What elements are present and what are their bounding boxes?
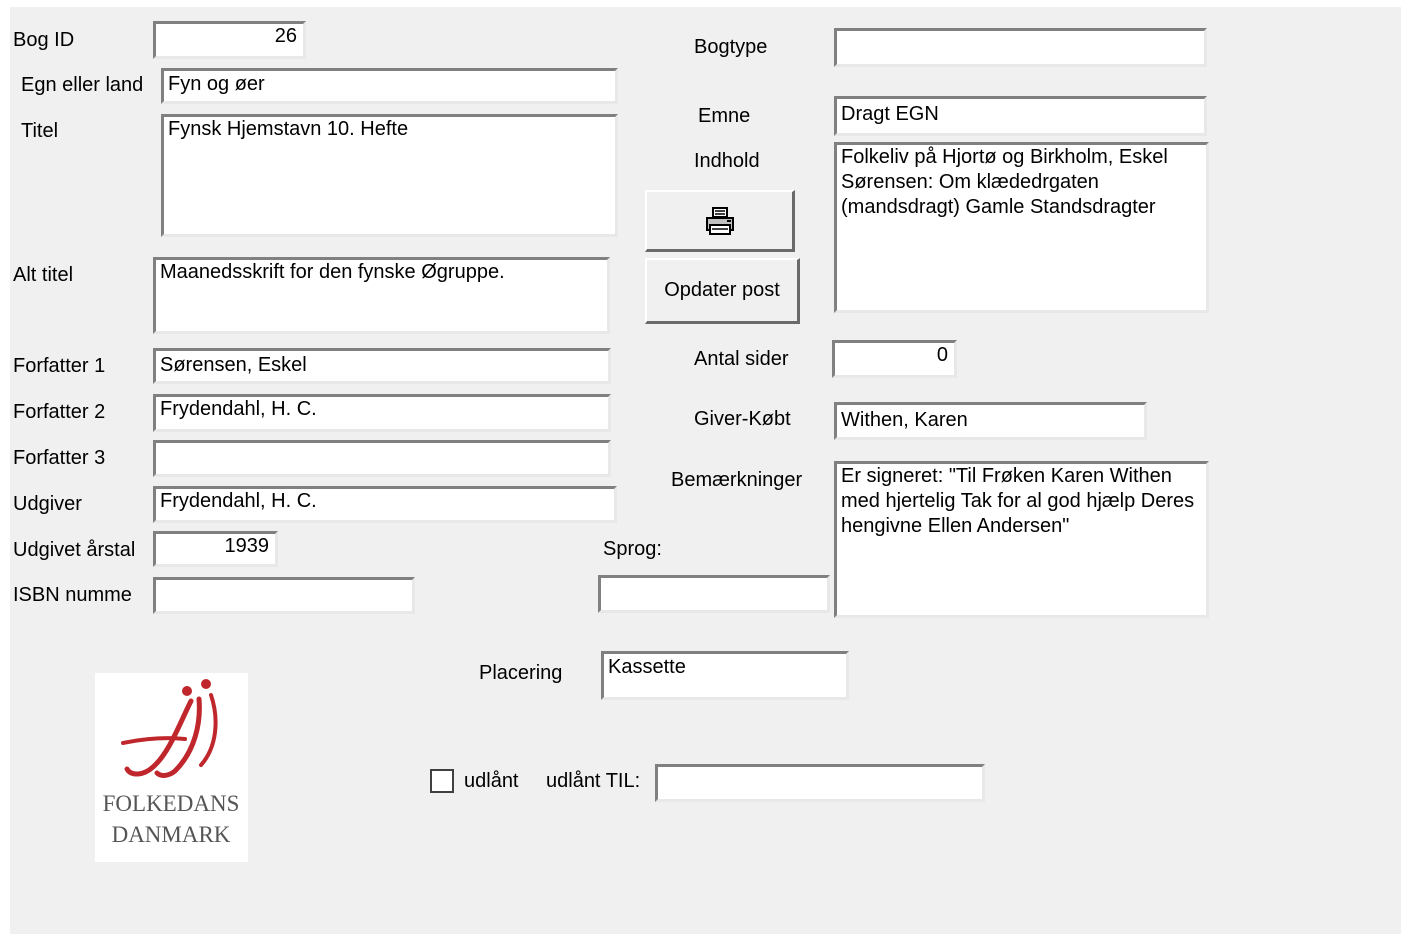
- forfatter1-label: Forfatter 1: [13, 355, 106, 377]
- sprog-label: Sprog:: [603, 538, 662, 560]
- print-button[interactable]: [645, 190, 795, 252]
- egn-field[interactable]: Fyn og øer: [161, 68, 618, 104]
- bog-id-field[interactable]: 26: [153, 21, 306, 59]
- folkedans-danmark-logo: FOLKEDANS DANMARK: [95, 673, 248, 862]
- giver-label: Giver-Købt: [694, 408, 791, 430]
- antal-sider-label: Antal sider: [694, 348, 789, 370]
- egn-label: Egn eller land: [21, 74, 144, 96]
- giver-field[interactable]: Withen, Karen: [834, 402, 1147, 440]
- indhold-label: Indhold: [694, 150, 760, 172]
- isbn-field[interactable]: [153, 577, 415, 614]
- forfatter1-field[interactable]: Sørensen, Eskel: [153, 348, 611, 384]
- bogtype-label: Bogtype: [694, 36, 768, 58]
- update-record-button[interactable]: Opdater post: [645, 258, 800, 324]
- printer-icon: [705, 206, 734, 235]
- titel-field[interactable]: Fynsk Hjemstavn 10. Hefte: [161, 114, 618, 237]
- forfatter2-label: Forfatter 2: [13, 401, 106, 423]
- sprog-field[interactable]: [598, 575, 830, 613]
- forfatter2-field[interactable]: Frydendahl, H. C.: [153, 394, 611, 432]
- alt-titel-field[interactable]: Maanedsskrift for den fynske Øgruppe.: [153, 257, 610, 334]
- forfatter3-label: Forfatter 3: [13, 447, 106, 469]
- udlant-til-field[interactable]: [655, 764, 985, 802]
- logo-graphic: FOLKEDANS DANMARK: [103, 679, 240, 847]
- placering-field[interactable]: Kassette: [601, 651, 849, 700]
- placering-label: Placering: [479, 662, 563, 684]
- forfatter3-field[interactable]: [153, 440, 611, 477]
- alt-titel-label: Alt titel: [13, 264, 74, 286]
- logo-text-line1: FOLKEDANS: [103, 791, 240, 816]
- logo-text-line2: DANMARK: [112, 822, 231, 847]
- udlant-checkbox[interactable]: [430, 769, 454, 793]
- isbn-label: ISBN numme: [13, 584, 132, 606]
- bog-id-label: Bog ID: [13, 29, 75, 51]
- udgivet-aar-label: Udgivet årstal: [13, 539, 136, 561]
- udgiver-field[interactable]: Frydendahl, H. C.: [153, 486, 617, 523]
- udlant-til-label: udlånt TIL:: [546, 770, 641, 792]
- udgiver-label: Udgiver: [13, 493, 82, 515]
- udgivet-aar-field[interactable]: 1939: [153, 531, 278, 567]
- book-record-form: Bog ID Egn eller land Titel Alt titel Fo…: [10, 7, 1401, 934]
- titel-label: Titel: [21, 120, 59, 142]
- antal-sider-field[interactable]: 0: [832, 340, 957, 378]
- bemaerkninger-field[interactable]: Er signeret: "Til Frøken Karen Withen me…: [834, 461, 1209, 618]
- indhold-field[interactable]: Folkeliv på Hjortø og Birkholm, Eskel Sø…: [834, 142, 1209, 313]
- bemaerkninger-label: Bemærkninger: [671, 469, 803, 491]
- emne-field[interactable]: Dragt EGN: [834, 96, 1207, 136]
- bogtype-field[interactable]: [834, 28, 1207, 67]
- udlant-label: udlånt: [464, 770, 519, 792]
- emne-label: Emne: [698, 105, 751, 127]
